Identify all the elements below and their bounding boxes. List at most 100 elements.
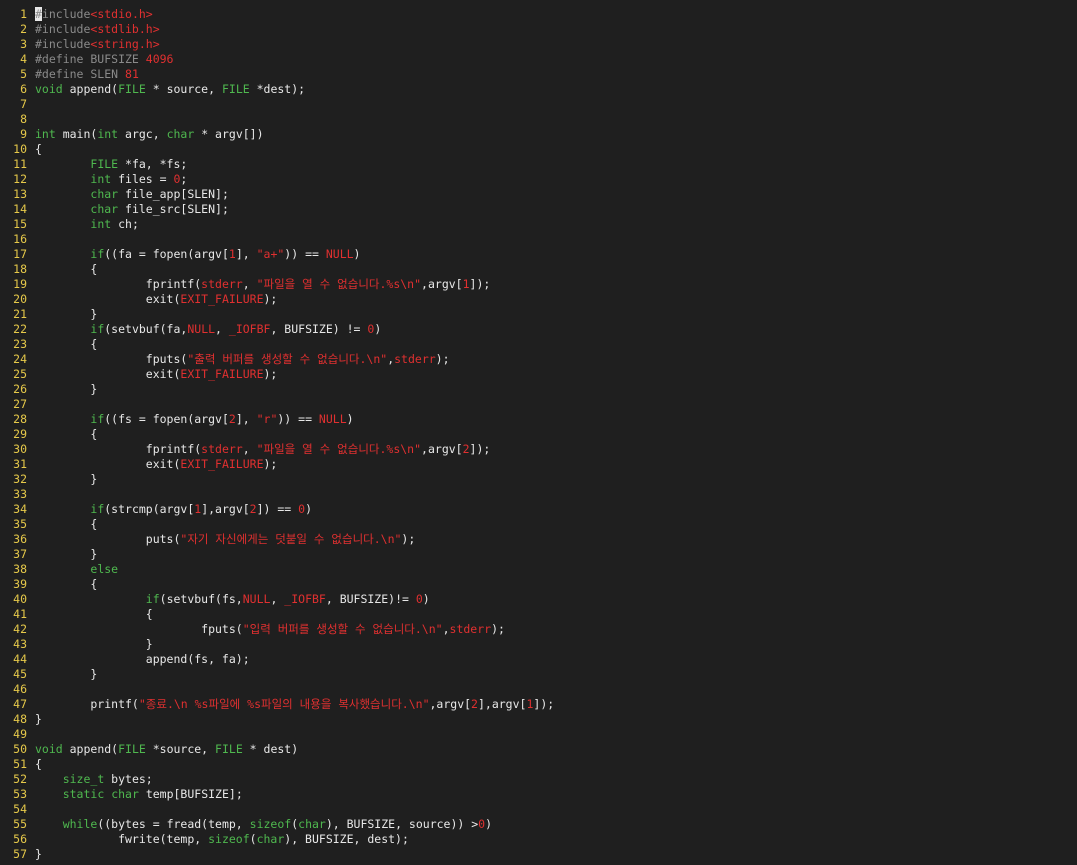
code-text[interactable]: while((bytes = fread(temp, sizeof(char),… (35, 817, 1077, 832)
code-line[interactable]: 10 { (0, 142, 1077, 157)
code-line[interactable]: 33 (0, 487, 1077, 502)
code-text[interactable]: if(setvbuf(fs,NULL, _IOFBF, BUFSIZE)!= 0… (35, 592, 1077, 607)
code-line[interactable]: 56 fwrite(temp, sizeof(char), BUFSIZE, d… (0, 832, 1077, 847)
code-line[interactable]: 25 exit(EXIT_FAILURE); (0, 367, 1077, 382)
code-line[interactable]: 40 if(setvbuf(fs,NULL, _IOFBF, BUFSIZE)!… (0, 592, 1077, 607)
code-text[interactable]: char file_app[SLEN]; (35, 187, 1077, 202)
code-text[interactable]: if((fs = fopen(argv[2], "r")) == NULL) (35, 412, 1077, 427)
code-line[interactable]: 22 if(setvbuf(fa,NULL, _IOFBF, BUFSIZE) … (0, 322, 1077, 337)
code-line[interactable]: 51 { (0, 757, 1077, 772)
code-text[interactable]: { (35, 757, 1077, 772)
code-text[interactable]: if((fa = fopen(argv[1], "a+")) == NULL) (35, 247, 1077, 262)
code-line[interactable]: 24 fputs("출력 버퍼를 생성할 수 없습니다.\n",stderr); (0, 352, 1077, 367)
code-text[interactable]: void append(FILE *source, FILE * dest) (35, 742, 1077, 757)
code-text[interactable]: size_t bytes; (35, 772, 1077, 787)
code-text[interactable]: { (35, 262, 1077, 277)
code-text[interactable]: append(fs, fa); (35, 652, 1077, 667)
code-text[interactable]: } (35, 472, 1077, 487)
code-line[interactable]: 8 (0, 112, 1077, 127)
code-line[interactable]: 47 printf("종료.\n %s파일에 %s파일의 내용을 복사했습니다.… (0, 697, 1077, 712)
code-text[interactable]: } (35, 307, 1077, 322)
code-text[interactable]: int files = 0; (35, 172, 1077, 187)
code-line[interactable]: 38 else (0, 562, 1077, 577)
code-text[interactable]: } (35, 547, 1077, 562)
code-line[interactable]: 43 } (0, 637, 1077, 652)
code-line[interactable]: 20 exit(EXIT_FAILURE); (0, 292, 1077, 307)
code-line[interactable]: 53 static char temp[BUFSIZE]; (0, 787, 1077, 802)
code-line[interactable]: 11 FILE *fa, *fs; (0, 157, 1077, 172)
code-line[interactable]: 30 fprintf(stderr, "파일을 열 수 없습니다.%s\n",a… (0, 442, 1077, 457)
code-text[interactable]: { (35, 142, 1077, 157)
code-line[interactable]: 37 } (0, 547, 1077, 562)
code-text[interactable]: else (35, 562, 1077, 577)
code-line[interactable]: 3 #include<string.h> (0, 37, 1077, 52)
code-line[interactable]: 52 size_t bytes; (0, 772, 1077, 787)
code-text[interactable]: } (35, 637, 1077, 652)
code-text[interactable]: #define SLEN 81 (35, 67, 1077, 82)
code-line[interactable]: 34 if(strcmp(argv[1],argv[2]) == 0) (0, 502, 1077, 517)
code-text[interactable]: { (35, 577, 1077, 592)
code-text[interactable]: #include<string.h> (35, 37, 1077, 52)
code-line[interactable]: 26 } (0, 382, 1077, 397)
code-line[interactable]: 14 char file_src[SLEN]; (0, 202, 1077, 217)
code-text[interactable]: printf("종료.\n %s파일에 %s파일의 내용을 복사했습니다.\n"… (35, 697, 1077, 712)
code-line[interactable]: 41 { (0, 607, 1077, 622)
code-text[interactable]: #define BUFSIZE 4096 (35, 52, 1077, 67)
code-text[interactable]: fputs("입력 버퍼를 생성할 수 없습니다.\n",stderr); (35, 622, 1077, 637)
code-line[interactable]: 13 char file_app[SLEN]; (0, 187, 1077, 202)
code-text[interactable]: { (35, 607, 1077, 622)
code-line[interactable]: 35 { (0, 517, 1077, 532)
code-line[interactable]: 17 if((fa = fopen(argv[1], "a+")) == NUL… (0, 247, 1077, 262)
code-line[interactable]: 31 exit(EXIT_FAILURE); (0, 457, 1077, 472)
code-text[interactable]: { (35, 427, 1077, 442)
code-line[interactable]: 27 (0, 397, 1077, 412)
code-line[interactable]: 54 (0, 802, 1077, 817)
code-line[interactable]: 16 (0, 232, 1077, 247)
code-text[interactable]: void append(FILE * source, FILE *dest); (35, 82, 1077, 97)
code-line[interactable]: 4 #define BUFSIZE 4096 (0, 52, 1077, 67)
code-line[interactable]: 18 { (0, 262, 1077, 277)
code-line[interactable]: 28 if((fs = fopen(argv[2], "r")) == NULL… (0, 412, 1077, 427)
code-text[interactable]: fprintf(stderr, "파일을 열 수 없습니다.%s\n",argv… (35, 442, 1077, 457)
code-text[interactable]: { (35, 337, 1077, 352)
code-text[interactable]: } (35, 847, 1077, 862)
code-line[interactable]: 50 void append(FILE *source, FILE * dest) (0, 742, 1077, 757)
code-text[interactable]: fputs("출력 버퍼를 생성할 수 없습니다.\n",stderr); (35, 352, 1077, 367)
code-line[interactable]: 48} (0, 712, 1077, 727)
code-text[interactable]: fprintf(stderr, "파일을 열 수 없습니다.%s\n",argv… (35, 277, 1077, 292)
code-text[interactable]: exit(EXIT_FAILURE); (35, 367, 1077, 382)
code-line[interactable]: 12 int files = 0; (0, 172, 1077, 187)
code-text[interactable]: if(setvbuf(fa,NULL, _IOFBF, BUFSIZE) != … (35, 322, 1077, 337)
code-text[interactable]: { (35, 517, 1077, 532)
code-line[interactable]: 45 } (0, 667, 1077, 682)
code-text[interactable]: } (35, 382, 1077, 397)
code-line[interactable]: 36 puts("자기 자신에게는 덧붙일 수 없습니다.\n"); (0, 532, 1077, 547)
code-text[interactable]: #include<stdlib.h> (35, 22, 1077, 37)
code-line[interactable]: 44 append(fs, fa); (0, 652, 1077, 667)
code-line[interactable]: 42 fputs("입력 버퍼를 생성할 수 없습니다.\n",stderr); (0, 622, 1077, 637)
code-line[interactable]: 21 } (0, 307, 1077, 322)
code-text[interactable]: fwrite(temp, sizeof(char), BUFSIZE, dest… (35, 832, 1077, 847)
code-text[interactable]: static char temp[BUFSIZE]; (35, 787, 1077, 802)
code-line[interactable]: 55 while((bytes = fread(temp, sizeof(cha… (0, 817, 1077, 832)
code-text[interactable]: exit(EXIT_FAILURE); (35, 292, 1077, 307)
code-line[interactable]: 7 (0, 97, 1077, 112)
code-text[interactable]: if(strcmp(argv[1],argv[2]) == 0) (35, 502, 1077, 517)
code-line[interactable]: 29 { (0, 427, 1077, 442)
code-line[interactable]: 57} (0, 847, 1077, 862)
code-text[interactable]: } (35, 712, 1077, 727)
code-text[interactable]: #include<stdio.h> (35, 7, 1077, 22)
code-line[interactable]: 39 { (0, 577, 1077, 592)
code-line[interactable]: 49 (0, 727, 1077, 742)
code-line[interactable]: 19 fprintf(stderr, "파일을 열 수 없습니다.%s\n",a… (0, 277, 1077, 292)
code-line[interactable]: 2 #include<stdlib.h> (0, 22, 1077, 37)
code-line[interactable]: 32 } (0, 472, 1077, 487)
code-line[interactable]: 5 #define SLEN 81 (0, 67, 1077, 82)
code-line[interactable]: 23 { (0, 337, 1077, 352)
code-text[interactable]: char file_src[SLEN]; (35, 202, 1077, 217)
code-text[interactable]: int ch; (35, 217, 1077, 232)
code-text[interactable]: } (35, 667, 1077, 682)
code-line[interactable]: 1 #include<stdio.h> (0, 7, 1077, 22)
code-line[interactable]: 15 int ch; (0, 217, 1077, 232)
code-line[interactable]: 46 (0, 682, 1077, 697)
